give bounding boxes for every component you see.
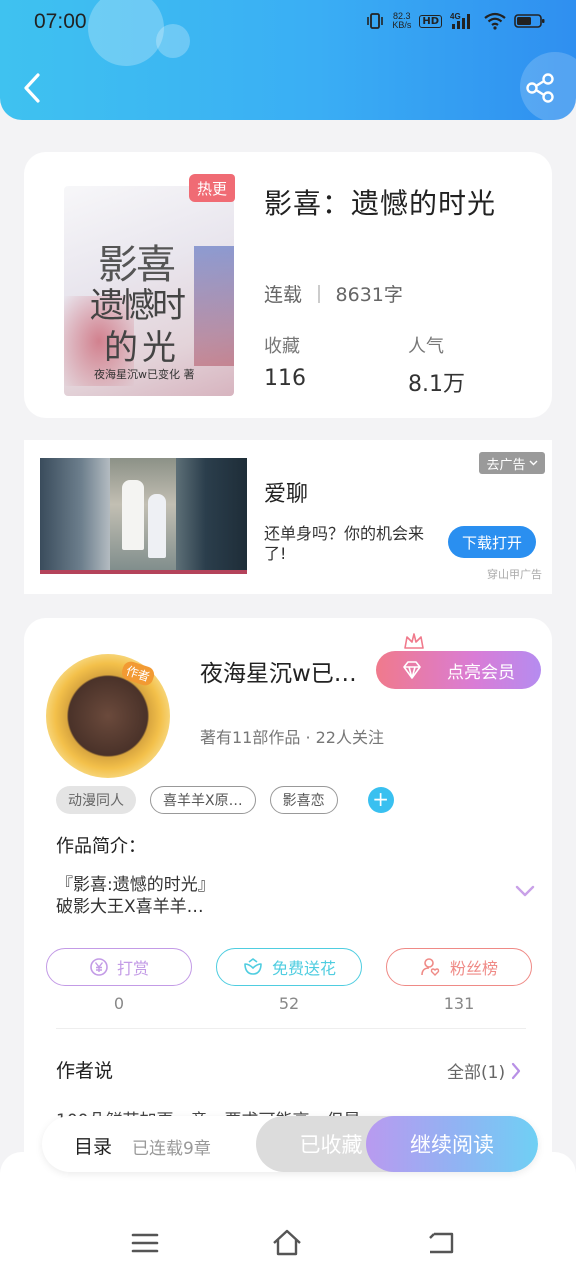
word-count: 8631字 [335,284,403,306]
send-flower-label: 免费送花 [271,959,336,978]
reading-action-bar: 目录 已连载9章 已收藏 继续阅读 [42,1116,538,1172]
battery-icon [514,14,545,28]
ad-image[interactable] [40,458,247,574]
add-tag-icon[interactable]: + [367,787,394,813]
fan-ranking-label: 粉丝榜 [449,959,498,978]
favorites-label: 收藏 [264,336,300,357]
tag-item[interactable]: 喜羊羊X原… [150,786,256,814]
ad-title: 爱聊 [264,482,309,507]
tip-label: 打赏 [116,959,149,978]
back-icon[interactable] [424,1226,458,1260]
status-time: 07:00 [34,10,87,33]
tip-button[interactable]: 打赏 [46,948,192,986]
chevron-right-icon [511,1062,521,1079]
remove-ad-button[interactable]: 去广告 [479,452,545,474]
vibrate-icon [367,13,384,29]
status-bar: 07:00 82.3 KB/s HD 4G [0,0,576,46]
author-name[interactable]: 夜海星沉w已… [200,654,357,688]
favorites-value: 116 [264,366,306,391]
expand-chevron-icon[interactable] [514,884,536,898]
diamond-icon [403,661,421,679]
book-title: 影喜：遗憾的时光 [264,187,497,220]
yen-coin-icon [90,958,108,976]
vip-button-label: 点亮会员 [447,662,515,683]
author-says-all-label: 全部(1) [447,1063,506,1083]
ad-download-button[interactable]: 下载打开 [448,526,536,558]
book-cover[interactable]: 影喜 遗憾时 的光 夜海星沉w已变化 著 [64,186,234,396]
divider [56,1028,526,1029]
remove-ad-label: 去广告 [486,457,526,473]
author-says-label: 作者说 [56,1060,114,1082]
home-icon[interactable] [270,1226,304,1260]
intro-text[interactable]: 『影喜:遗憾的时光』 破影大王X喜羊羊… [56,874,215,918]
fan-count: 131 [443,994,475,1013]
wifi-icon [484,12,506,30]
share-icon[interactable] [524,72,556,104]
chapter-count: 已连载9章 [132,1139,211,1159]
chevron-down-icon [529,460,537,466]
author-says-all-link[interactable]: 全部(1) [447,1058,521,1083]
ad-source: 穿山甲广告 [487,568,542,581]
ad-description: 还单身吗？你的机会来了! [264,524,425,563]
cover-decor [194,246,234,366]
book-status-row: 连载 8631字 [264,280,403,307]
serial-status: 连载 [264,284,303,306]
book-info-card: 影喜 遗憾时 的光 夜海星沉w已变化 著 热更 影喜：遗憾的时光 连载 8631… [24,152,552,418]
cover-title-line3: 的光 [104,328,180,368]
chevron-left-icon[interactable] [18,70,48,106]
hot-update-badge: 热更 [189,174,235,202]
continue-reading-button[interactable]: 继续阅读 [366,1116,538,1172]
ad-banner[interactable]: 去广告 爱聊 还单身吗？你的机会来了! 下载打开 穿山甲广告 [24,440,552,594]
tip-count: 0 [113,994,125,1013]
send-flower-button[interactable]: 免费送花 [216,948,362,986]
user-heart-icon [421,958,440,976]
flower-count: 52 [278,994,300,1013]
ad-image-person [122,480,144,550]
toc-button[interactable]: 目录 [74,1132,112,1159]
crown-icon [404,633,424,649]
fan-ranking-button[interactable]: 粉丝榜 [386,948,532,986]
intro-line: 『影喜:遗憾的时光』 [56,875,215,895]
menu-icon[interactable] [128,1226,162,1260]
hd-badge: HD [419,14,442,28]
tag-item[interactable]: 动漫同人 [56,786,136,814]
intro-line: 破影大王X喜羊羊… [56,897,204,917]
separator [318,284,320,303]
popularity-label: 人气 [408,336,444,357]
flower-icon [244,958,262,975]
tag-item[interactable]: 影喜恋 [269,786,338,814]
header: 07:00 82.3 KB/s HD 4G [0,0,576,120]
signal-icon: 4G [450,12,470,29]
net-speed-unit: KB/s [392,20,412,30]
intro-label: 作品简介： [56,836,146,857]
support-actions: 打赏 免费送花 粉丝榜 [46,948,532,988]
tag-list: 动漫同人 喜羊羊X原… 影喜恋 + [56,786,394,814]
ad-image-bar [40,570,247,574]
author-meta: 著有11部作品 · 22人关注 [200,728,384,747]
author-card: 作者 夜海星沉w已… 点亮会员 著有11部作品 · 22人关注 动漫同人 喜羊羊… [24,618,552,1178]
net-speed: 82.3 KB/s [392,12,411,30]
popularity-value: 8.1万 [408,372,465,397]
ad-image-person [148,494,166,558]
status-icons: 82.3 KB/s HD 4G [366,12,546,30]
cover-author: 夜海星沉w已变化 著 [94,368,195,381]
vip-button[interactable]: 点亮会员 [376,633,541,689]
svg-text:4G: 4G [450,12,461,21]
